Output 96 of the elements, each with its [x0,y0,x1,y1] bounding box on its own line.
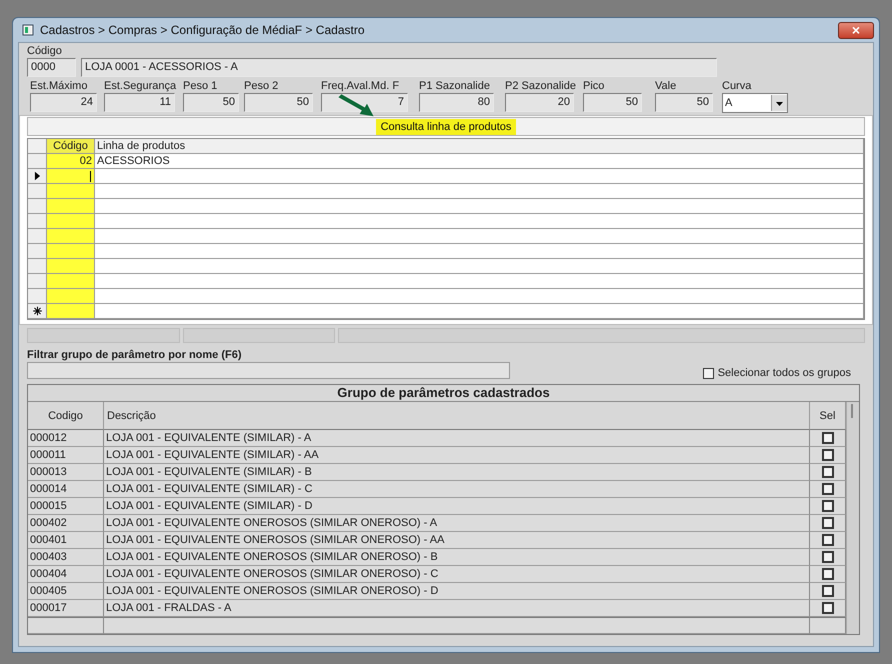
table-cell: LOJA 001 - EQUIVALENTE (SIMILAR) - A [104,430,810,447]
close-button[interactable]: × [838,22,874,38]
field-label: Código [27,45,63,58]
row-selector[interactable] [28,169,47,184]
table-cell[interactable] [95,184,864,199]
column-header[interactable]: Código [47,139,95,154]
scroll-thumb[interactable] [851,404,853,418]
table-cell[interactable] [95,199,864,214]
table-cell: 000014 [28,481,104,498]
row-checkbox[interactable] [822,466,834,478]
column-header[interactable]: Linha de produtos [95,139,864,154]
row-checkbox[interactable] [822,432,834,444]
name-field[interactable]: LOJA 0001 - ACESSORIOS - A [81,58,717,77]
number-field[interactable]: 50 [655,93,713,112]
number-field[interactable]: 11 [104,93,175,112]
filter-label: Filtrar grupo de parâmetro por nome (F6) [27,349,243,362]
row-checkbox[interactable] [822,568,834,580]
table-cell[interactable] [95,229,864,244]
row-checkbox[interactable] [822,551,834,563]
code-field[interactable]: 0000 [27,58,76,77]
field-label: Pico [583,80,606,93]
table-cell[interactable] [47,289,95,304]
table-cell[interactable] [95,304,864,319]
row-checkbox[interactable] [822,585,834,597]
table-cell: 000013 [28,464,104,481]
curve-dropdown[interactable]: A [722,93,788,113]
checkbox-label: Selecionar todos os grupos [718,367,851,379]
table-cell[interactable] [47,169,95,184]
table-cell[interactable] [47,199,95,214]
new-row-icon [32,305,42,317]
table-cell: LOJA 001 - EQUIVALENTE ONEROSOS (SIMILAR ONEROSO) - C [104,566,810,583]
table-cell[interactable] [47,304,95,319]
field-label: Peso 1 [183,80,218,93]
table-cell[interactable] [95,214,864,229]
table-cell: LOJA 001 - EQUIVALENTE ONEROSOS (SIMILAR ONEROSO) - A [104,515,810,532]
select-all-checkbox[interactable] [702,368,714,378]
number-field[interactable]: 50 [583,93,642,112]
table-cell[interactable] [47,244,95,259]
number-field[interactable]: 20 [505,93,574,112]
field-label: Est.Segurança [104,80,175,93]
table-cell: 000401 [28,532,104,549]
field-label: P1 Sazonalide [419,80,491,93]
table-cell: 000404 [28,566,104,583]
table-cell[interactable]: 02 [47,154,95,169]
field-label: Peso 2 [244,80,280,93]
table-cell: 000012 [28,430,104,447]
table-cell: 000403 [28,549,104,566]
row-checkbox[interactable] [822,500,834,512]
number-field[interactable]: 7 [321,93,408,112]
corner-cell [28,139,47,154]
table-cell[interactable] [95,244,864,259]
number-field[interactable]: 50 [183,93,239,112]
field-label: Est.Máximo [30,80,88,93]
table-cell[interactable] [47,214,95,229]
table-cell[interactable] [47,274,95,289]
number-field[interactable]: 24 [30,93,97,112]
row-checkbox[interactable] [822,534,834,546]
field-label: Freq.Aval.Md. F [321,80,400,93]
field-label: Curva [722,80,752,93]
table-cell[interactable] [95,274,864,289]
panel-title: Grupo de parâmetros cadastrados [28,385,859,402]
filter-field[interactable] [27,362,510,379]
row-selector[interactable] [28,304,47,319]
window-title: Cadastros > Compras > Configuração de MédiaF > Cadastro [40,23,366,37]
field-label: P2 Sazonalide [505,80,574,93]
table-cell: 000015 [28,498,104,515]
number-field[interactable]: 80 [419,93,494,112]
text-cursor [90,171,91,182]
table-cell[interactable] [95,259,864,274]
app-icon [22,24,34,36]
table-cell: LOJA 001 - EQUIVALENTE ONEROSOS (SIMILAR ONEROSO) - B [104,549,810,566]
table-cell: 000017 [28,600,104,617]
table-cell: LOJA 001 - EQUIVALENTE ONEROSOS (SIMILAR ONEROSO) - AA [104,532,810,549]
number-field[interactable]: 50 [244,93,313,112]
scrollbar[interactable] [846,402,859,634]
table-cell[interactable] [95,289,864,304]
table-cell: LOJA 001 - EQUIVALENTE (SIMILAR) - C [104,481,810,498]
table-cell: 000011 [28,447,104,464]
table-cell: 000405 [28,583,104,600]
table-cell: 000402 [28,515,104,532]
table-cell[interactable] [47,184,95,199]
row-checkbox[interactable] [822,483,834,495]
table-cell: LOJA 001 - EQUIVALENTE (SIMILAR) - B [104,464,810,481]
table-cell[interactable] [95,169,864,184]
row-checkbox[interactable] [822,449,834,461]
field-label: Vale [655,80,678,93]
highlighted-label[interactable]: Consulta linha de produtos [376,118,516,134]
table-cell[interactable]: ACESSORIOS [95,154,864,169]
table-cell: LOJA 001 - EQUIVALENTE (SIMILAR) - AA [104,447,810,464]
table-cell: LOJA 001 - EQUIVALENTE (SIMILAR) - D [104,498,810,515]
row-checkbox[interactable] [822,517,834,529]
table-cell: LOJA 001 - EQUIVALENTE ONEROSOS (SIMILAR ONEROSO) - D [104,583,810,600]
table-cell[interactable] [47,259,95,274]
table-cell: LOJA 001 - FRALDAS - A [104,600,810,617]
table-cell[interactable] [47,229,95,244]
row-checkbox[interactable] [822,602,834,614]
